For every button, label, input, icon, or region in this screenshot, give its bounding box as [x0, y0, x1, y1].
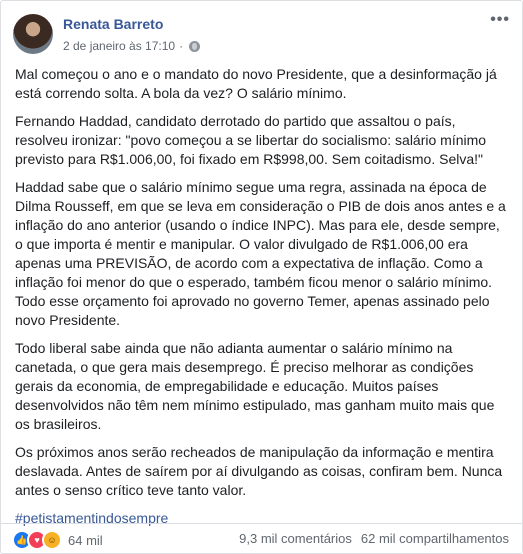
- comments-count[interactable]: 9,3 mil comentários: [239, 531, 352, 546]
- avatar[interactable]: [13, 14, 53, 54]
- reactions-summary[interactable]: 👍 ♥ ☺ 64 mil: [12, 530, 103, 550]
- post-body: Mal começou o ano e o mandato do novo Pr…: [15, 65, 509, 537]
- haha-icon: ☺: [42, 530, 62, 550]
- post-paragraph: Todo liberal sabe ainda que não adianta …: [15, 340, 495, 432]
- post-meta: 2 de janeiro às 17:10 ·: [63, 39, 201, 53]
- post-paragraph: Haddad sabe que o salário mínimo segue u…: [15, 179, 506, 328]
- reaction-count[interactable]: 64 mil: [68, 533, 103, 548]
- post-paragraph: Fernando Haddad, candidato derrotado do …: [15, 113, 487, 167]
- author-name[interactable]: Renata Barreto: [63, 16, 163, 32]
- shares-count[interactable]: 62 mil compartilhamentos: [361, 531, 509, 546]
- more-options-icon[interactable]: •••: [490, 11, 510, 29]
- post-timestamp[interactable]: 2 de janeiro às 17:10: [63, 39, 175, 53]
- post-paragraph: Mal começou o ano e o mandato do novo Pr…: [15, 66, 497, 101]
- globe-icon[interactable]: [189, 40, 201, 52]
- post-paragraph: Os próximos anos serão recheados de mani…: [15, 444, 503, 498]
- facebook-post: Renata Barreto 2 de janeiro às 17:10 · •…: [0, 0, 523, 554]
- engagement-stats: 9,3 mil comentários 62 mil compartilhame…: [239, 531, 509, 546]
